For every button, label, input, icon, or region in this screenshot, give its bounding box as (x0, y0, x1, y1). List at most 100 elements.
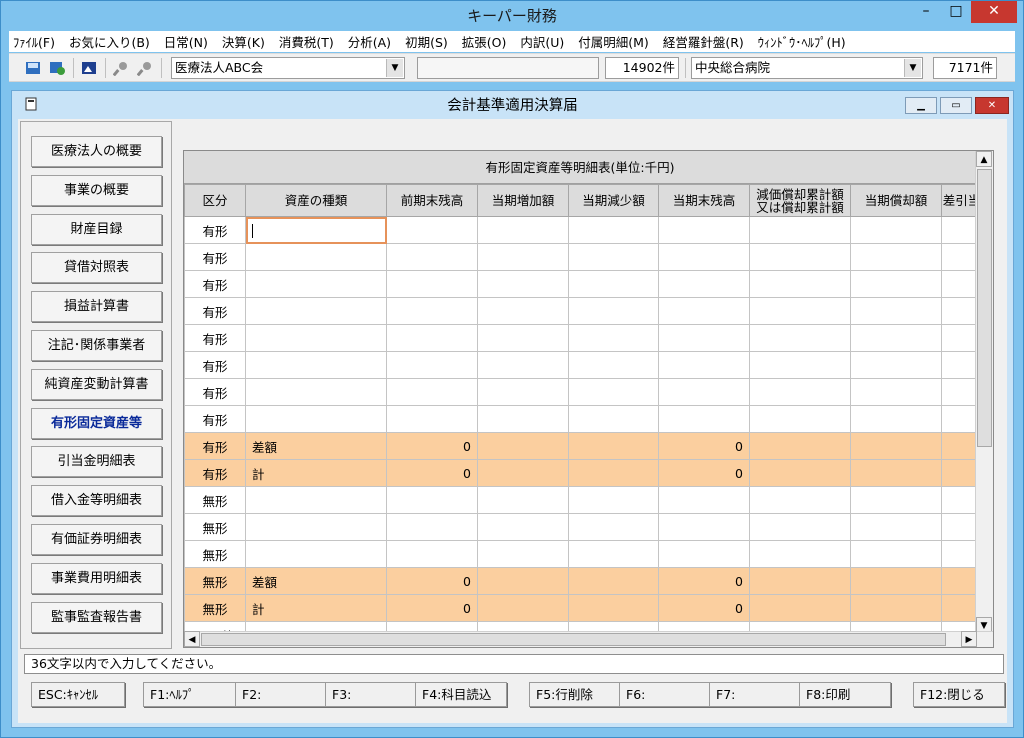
amount-cell[interactable] (850, 567, 942, 595)
amount-cell[interactable] (477, 378, 569, 406)
amount-cell[interactable]: 0 (386, 459, 478, 487)
amount-cell[interactable] (477, 351, 569, 379)
amount-cell[interactable] (658, 513, 750, 541)
vertical-scroll-thumb[interactable] (977, 169, 992, 447)
amount-cell[interactable] (850, 405, 942, 433)
amount-cell[interactable] (850, 324, 942, 352)
amount-cell[interactable] (477, 594, 569, 622)
amount-cell[interactable] (477, 324, 569, 352)
amount-cell[interactable] (850, 459, 942, 487)
amount-cell[interactable] (386, 324, 478, 352)
amount-cell[interactable]: 0 (658, 432, 750, 460)
function-key-button[interactable]: F4:科目読込 (415, 682, 507, 707)
amount-cell[interactable] (477, 540, 569, 568)
amount-cell[interactable] (658, 297, 750, 325)
amount-cell[interactable] (477, 270, 569, 298)
amount-cell[interactable]: 0 (386, 567, 478, 595)
amount-cell[interactable] (386, 270, 478, 298)
amount-cell[interactable] (477, 243, 569, 271)
menu-item[interactable]: ﾌｧｲﾙ(F) (13, 32, 55, 51)
horizontal-scroll-thumb[interactable] (201, 633, 946, 646)
nav-button[interactable]: 事業費用明細表 (31, 562, 162, 594)
function-key-button[interactable]: F12:閉じる (913, 682, 1005, 707)
menu-item[interactable]: 付属明細(M) (578, 32, 649, 51)
nav-button[interactable]: 監事監査報告書 (31, 601, 162, 633)
amount-cell[interactable] (386, 297, 478, 325)
amount-cell[interactable] (749, 486, 851, 514)
minimize-icon[interactable]: – (911, 1, 941, 23)
menu-item[interactable]: 内訳(U) (520, 32, 564, 51)
asset-type-cell[interactable]: 差額 (245, 432, 387, 460)
scroll-right-icon[interactable]: ▶ (961, 631, 977, 647)
horizontal-scrollbar[interactable]: ◀ ▶ (184, 631, 993, 647)
amount-cell[interactable] (749, 540, 851, 568)
amount-cell[interactable] (850, 270, 942, 298)
amount-cell[interactable] (477, 486, 569, 514)
search-icon[interactable] (113, 60, 129, 76)
scroll-up-icon[interactable]: ▲ (976, 151, 992, 167)
menu-item[interactable]: 分析(A) (348, 32, 391, 51)
amount-cell[interactable] (850, 378, 942, 406)
image-icon[interactable] (81, 60, 97, 76)
amount-cell[interactable] (749, 270, 851, 298)
amount-cell[interactable] (850, 513, 942, 541)
nav-button[interactable]: 純資産変動計算書 (31, 368, 162, 400)
nav-button[interactable]: 財産目録 (31, 213, 162, 245)
amount-cell[interactable]: 0 (658, 459, 750, 487)
asset-type-cell[interactable] (245, 405, 387, 433)
chevron-down-icon[interactable]: ▼ (386, 59, 403, 77)
amount-cell[interactable] (568, 243, 659, 271)
amount-cell[interactable]: 0 (658, 567, 750, 595)
amount-cell[interactable] (568, 567, 659, 595)
nav-button[interactable]: 有価証券明細表 (31, 524, 162, 555)
amount-cell[interactable] (386, 486, 478, 514)
asset-type-cell[interactable] (245, 513, 387, 541)
function-key-button[interactable]: F8:印刷 (799, 682, 891, 707)
minimize-icon[interactable]: ▁ (905, 97, 937, 114)
amount-cell[interactable] (749, 216, 851, 244)
amount-cell[interactable] (568, 486, 659, 514)
menu-item[interactable]: 拡張(O) (462, 32, 507, 51)
amount-cell[interactable] (850, 486, 942, 514)
asset-type-cell[interactable] (245, 216, 387, 244)
amount-cell[interactable] (850, 351, 942, 379)
asset-type-cell[interactable]: 差額 (245, 567, 387, 595)
maximize-icon[interactable]: □ (941, 1, 971, 23)
asset-type-cell[interactable] (245, 243, 387, 271)
amount-cell[interactable] (386, 513, 478, 541)
menu-item[interactable]: 日常(N) (164, 32, 208, 51)
asset-type-cell[interactable] (245, 378, 387, 406)
amount-cell[interactable] (477, 459, 569, 487)
maximize-icon[interactable]: ▭ (940, 97, 972, 114)
menu-item[interactable]: 経営羅針盤(R) (663, 32, 744, 51)
amount-cell[interactable] (568, 297, 659, 325)
amount-cell[interactable] (658, 270, 750, 298)
amount-cell[interactable] (850, 540, 942, 568)
function-key-button[interactable]: F3: (325, 682, 419, 707)
asset-type-cell[interactable] (245, 540, 387, 568)
amount-cell[interactable] (568, 378, 659, 406)
amount-cell[interactable] (568, 351, 659, 379)
amount-cell[interactable] (658, 378, 750, 406)
amount-cell[interactable] (568, 432, 659, 460)
amount-cell[interactable] (477, 405, 569, 433)
save-icon[interactable] (25, 60, 41, 76)
amount-cell[interactable] (749, 459, 851, 487)
function-key-button[interactable]: F6: (619, 682, 711, 707)
amount-cell[interactable] (386, 351, 478, 379)
amount-cell[interactable] (749, 432, 851, 460)
amount-cell[interactable] (850, 216, 942, 244)
close-icon[interactable]: ✕ (975, 97, 1009, 114)
menu-item[interactable]: ｳｨﾝﾄﾞｳ･ﾍﾙﾌﾟ(H) (758, 32, 846, 51)
nav-button[interactable]: 損益計算書 (31, 291, 162, 323)
amount-cell[interactable] (749, 594, 851, 622)
amount-cell[interactable] (386, 243, 478, 271)
amount-cell[interactable] (658, 324, 750, 352)
amount-cell[interactable]: 0 (386, 594, 478, 622)
amount-cell[interactable] (749, 513, 851, 541)
amount-cell[interactable] (658, 405, 750, 433)
amount-cell[interactable] (658, 216, 750, 244)
amount-cell[interactable]: 0 (386, 432, 478, 460)
amount-cell[interactable] (658, 540, 750, 568)
asset-type-cell[interactable]: 計 (245, 594, 387, 622)
